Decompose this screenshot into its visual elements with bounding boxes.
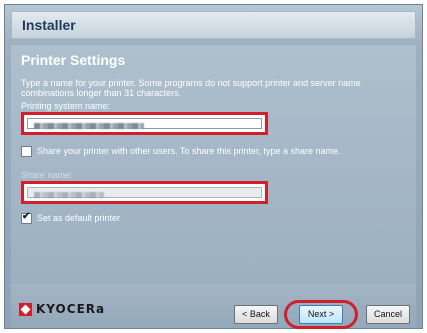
printing-system-name-label: Printing system name: <box>21 101 111 111</box>
share-printer-label: Share your printer with other users. To … <box>37 146 341 156</box>
footer-bar: KYOCERa < Back Next > Cancel <box>11 284 416 329</box>
checkmark-icon: ✔ <box>22 211 31 222</box>
share-name-input[interactable] <box>27 187 262 198</box>
share-name-label: Share name: <box>21 170 73 180</box>
printing-system-name-input[interactable] <box>27 118 262 129</box>
kyocera-logo-icon <box>19 303 32 316</box>
kyocera-logo-text: KYOCERa <box>36 302 106 316</box>
back-button[interactable]: < Back <box>234 305 278 324</box>
share-printer-checkbox[interactable] <box>21 146 32 157</box>
installer-window: Installer Printer Settings Type a name f… <box>4 4 423 329</box>
printer-settings-panel: Printer Settings Type a name for your pr… <box>11 45 416 284</box>
default-printer-label: Set as default printer <box>37 213 121 223</box>
blurred-name-text <box>34 123 144 129</box>
next-button[interactable]: Next > <box>299 305 343 324</box>
window-title: Installer <box>22 17 76 33</box>
title-bar: Installer <box>11 11 416 39</box>
printing-system-name-highlight <box>21 112 268 135</box>
share-name-highlight <box>21 181 268 204</box>
cancel-button[interactable]: Cancel <box>366 305 410 324</box>
page-heading: Printer Settings <box>21 52 126 68</box>
default-printer-checkbox[interactable]: ✔ <box>21 211 32 224</box>
page-description: Type a name for your printer. Some progr… <box>21 78 361 98</box>
blurred-share-text <box>34 192 104 198</box>
